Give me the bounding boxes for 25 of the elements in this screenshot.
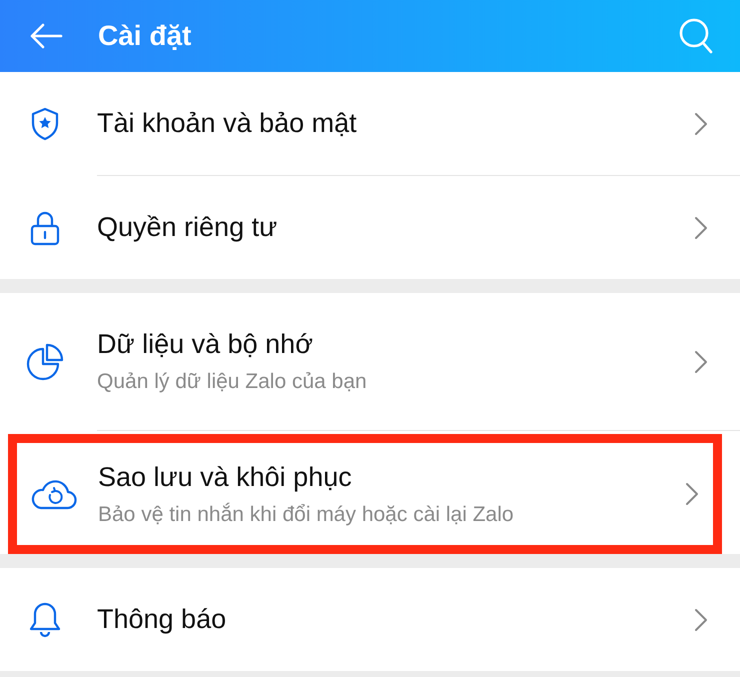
cloud-restore-icon (30, 478, 76, 510)
settings-item[interactable]: Sao lưu và khôi phục Bảo vệ tin nhắn khi đổi máy hoặc cài lại Zalo (8, 434, 722, 554)
item-subtitle: Bảo vệ tin nhắn khi đổi máy hoặc cài lại Zalo (98, 502, 515, 526)
settings-item[interactable]: Tài khoản và bảo mật (0, 72, 740, 175)
bell-icon (28, 600, 60, 638)
item-title: Dữ liệu và bộ nhớ (97, 329, 314, 360)
chevron-right-icon (694, 216, 708, 240)
lock-icon (30, 210, 60, 246)
search-icon (678, 17, 714, 55)
screen-title: Cài đặt (98, 20, 192, 52)
back-arrow-icon (29, 23, 63, 49)
item-title: Tài khoản và bảo mật (97, 108, 358, 139)
shield-star-icon (30, 106, 60, 140)
item-subtitle: Quản lý dữ liệu Zalo của bạn (97, 370, 368, 394)
chevron-right-icon (694, 608, 708, 632)
settings-item[interactable]: Thông báo (0, 568, 740, 671)
chevron-right-icon (685, 482, 699, 506)
chevron-right-icon (694, 350, 708, 374)
item-title: Sao lưu và khôi phục (98, 462, 353, 492)
settings-item[interactable]: Dữ liệu và bộ nhớ Quản lý dữ liệu Zalo của bạn (0, 293, 740, 430)
pie-chart-icon (26, 342, 64, 380)
settings-item[interactable]: Quyền riêng tư (0, 176, 740, 279)
item-title: Thông báo (97, 604, 228, 635)
item-title: Quyền riêng tư (97, 212, 278, 243)
chevron-right-icon (694, 112, 708, 136)
